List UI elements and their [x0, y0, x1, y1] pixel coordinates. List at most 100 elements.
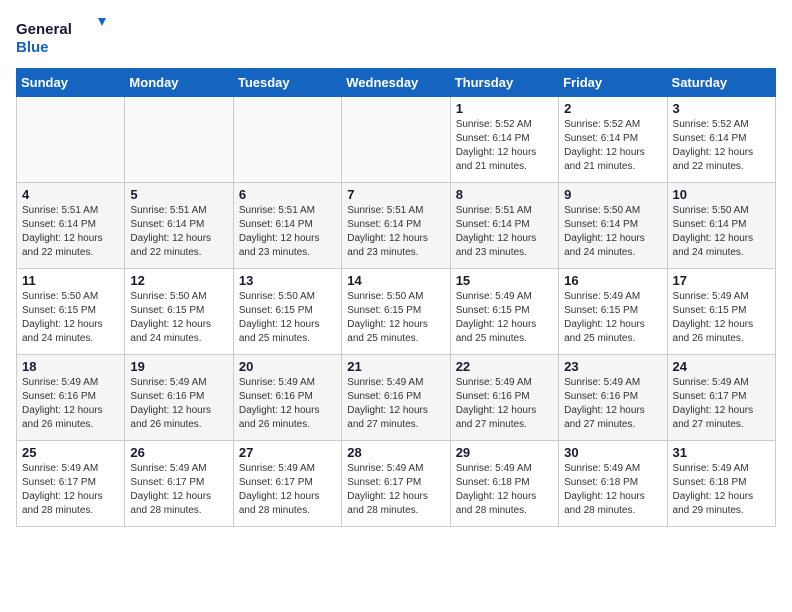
calendar-cell: 31Sunrise: 5:49 AM Sunset: 6:18 PM Dayli…: [667, 441, 775, 527]
logo-svg: General Blue: [16, 16, 106, 56]
day-info: Sunrise: 5:49 AM Sunset: 6:15 PM Dayligh…: [564, 290, 661, 346]
day-info: Sunrise: 5:49 AM Sunset: 6:16 PM Dayligh…: [456, 376, 553, 432]
day-info: Sunrise: 5:49 AM Sunset: 6:16 PM Dayligh…: [564, 376, 661, 432]
svg-text:Blue: Blue: [16, 39, 49, 56]
calendar-cell: [342, 97, 450, 183]
day-info: Sunrise: 5:50 AM Sunset: 6:15 PM Dayligh…: [239, 290, 336, 346]
day-number: 15: [456, 273, 553, 288]
day-info: Sunrise: 5:49 AM Sunset: 6:17 PM Dayligh…: [239, 462, 336, 518]
calendar-cell: [233, 97, 341, 183]
day-number: 9: [564, 187, 661, 202]
day-info: Sunrise: 5:49 AM Sunset: 6:16 PM Dayligh…: [22, 376, 119, 432]
calendar-cell: [17, 97, 125, 183]
day-number: 6: [239, 187, 336, 202]
day-number: 3: [673, 101, 770, 116]
day-info: Sunrise: 5:50 AM Sunset: 6:14 PM Dayligh…: [673, 204, 770, 260]
page-header: General Blue: [16, 16, 776, 56]
calendar-header-row: SundayMondayTuesdayWednesdayThursdayFrid…: [17, 69, 776, 97]
day-header-thursday: Thursday: [450, 69, 558, 97]
calendar-cell: 4 Sunrise: 5:51 AM Sunset: 6:14 PM Daylig…: [17, 183, 125, 269]
day-info: Sunrise: 5:52 AM Sunset: 6:14 PM Dayligh…: [673, 118, 770, 174]
day-info: Sunrise: 5:49 AM Sunset: 6:17 PM Dayligh…: [673, 376, 770, 432]
calendar-cell: 28Sunrise: 5:49 AM Sunset: 6:17 PM Dayli…: [342, 441, 450, 527]
calendar-table: SundayMondayTuesdayWednesdayThursdayFrid…: [16, 68, 776, 527]
calendar-cell: 9 Sunrise: 5:50 AM Sunset: 6:14 PM Daylig…: [559, 183, 667, 269]
day-number: 30: [564, 445, 661, 460]
calendar-cell: 24 Sunrise: 5:49 AM Sunset: 6:17 PM Dayli…: [667, 355, 775, 441]
day-number: 13: [239, 273, 336, 288]
day-number: 24: [673, 359, 770, 374]
day-header-wednesday: Wednesday: [342, 69, 450, 97]
day-info: Sunrise: 5:51 AM Sunset: 6:14 PM Dayligh…: [130, 204, 227, 260]
calendar-cell: 15 Sunrise: 5:49 AM Sunset: 6:15 PM Dayli…: [450, 269, 558, 355]
day-info: Sunrise: 5:49 AM Sunset: 6:18 PM Dayligh…: [564, 462, 661, 518]
day-number: 7: [347, 187, 444, 202]
day-info: Sunrise: 5:51 AM Sunset: 6:14 PM Dayligh…: [347, 204, 444, 260]
svg-text:General: General: [16, 21, 72, 38]
day-info: Sunrise: 5:49 AM Sunset: 6:16 PM Dayligh…: [347, 376, 444, 432]
day-info: Sunrise: 5:49 AM Sunset: 6:17 PM Dayligh…: [130, 462, 227, 518]
day-number: 25: [22, 445, 119, 460]
calendar-cell: 16 Sunrise: 5:49 AM Sunset: 6:15 PM Dayli…: [559, 269, 667, 355]
calendar-cell: 8 Sunrise: 5:51 AM Sunset: 6:14 PM Daylig…: [450, 183, 558, 269]
day-number: 11: [22, 273, 119, 288]
day-info: Sunrise: 5:49 AM Sunset: 6:15 PM Dayligh…: [456, 290, 553, 346]
calendar-week-4: 18Sunrise: 5:49 AM Sunset: 6:16 PM Dayli…: [17, 355, 776, 441]
calendar-cell: 14Sunrise: 5:50 AM Sunset: 6:15 PM Dayli…: [342, 269, 450, 355]
day-info: Sunrise: 5:49 AM Sunset: 6:16 PM Dayligh…: [239, 376, 336, 432]
calendar-cell: 30 Sunrise: 5:49 AM Sunset: 6:18 PM Dayli…: [559, 441, 667, 527]
calendar-cell: 3 Sunrise: 5:52 AM Sunset: 6:14 PM Daylig…: [667, 97, 775, 183]
calendar-cell: [125, 97, 233, 183]
calendar-cell: 1Sunrise: 5:52 AM Sunset: 6:14 PM Daylig…: [450, 97, 558, 183]
day-number: 8: [456, 187, 553, 202]
day-number: 29: [456, 445, 553, 460]
day-number: 20: [239, 359, 336, 374]
day-header-monday: Monday: [125, 69, 233, 97]
day-number: 2: [564, 101, 661, 116]
calendar-week-2: 4 Sunrise: 5:51 AM Sunset: 6:14 PM Daylig…: [17, 183, 776, 269]
calendar-cell: 20 Sunrise: 5:49 AM Sunset: 6:16 PM Dayli…: [233, 355, 341, 441]
calendar-cell: 17Sunrise: 5:49 AM Sunset: 6:15 PM Dayli…: [667, 269, 775, 355]
logo: General Blue: [16, 16, 106, 56]
day-number: 27: [239, 445, 336, 460]
day-info: Sunrise: 5:51 AM Sunset: 6:14 PM Dayligh…: [22, 204, 119, 260]
day-number: 19: [130, 359, 227, 374]
calendar-week-3: 11 Sunrise: 5:50 AM Sunset: 6:15 PM Dayli…: [17, 269, 776, 355]
calendar-cell: 10 Sunrise: 5:50 AM Sunset: 6:14 PM Dayli…: [667, 183, 775, 269]
calendar-cell: 5 Sunrise: 5:51 AM Sunset: 6:14 PM Daylig…: [125, 183, 233, 269]
day-number: 5: [130, 187, 227, 202]
calendar-week-5: 25 Sunrise: 5:49 AM Sunset: 6:17 PM Dayli…: [17, 441, 776, 527]
calendar-cell: 21 Sunrise: 5:49 AM Sunset: 6:16 PM Dayli…: [342, 355, 450, 441]
calendar-cell: 23Sunrise: 5:49 AM Sunset: 6:16 PM Dayli…: [559, 355, 667, 441]
day-info: Sunrise: 5:49 AM Sunset: 6:18 PM Dayligh…: [456, 462, 553, 518]
calendar-cell: 11 Sunrise: 5:50 AM Sunset: 6:15 PM Dayli…: [17, 269, 125, 355]
day-info: Sunrise: 5:50 AM Sunset: 6:15 PM Dayligh…: [130, 290, 227, 346]
day-number: 31: [673, 445, 770, 460]
day-number: 1: [456, 101, 553, 116]
calendar-cell: 12Sunrise: 5:50 AM Sunset: 6:15 PM Dayli…: [125, 269, 233, 355]
day-info: Sunrise: 5:51 AM Sunset: 6:14 PM Dayligh…: [239, 204, 336, 260]
calendar-cell: 26 Sunrise: 5:49 AM Sunset: 6:17 PM Dayli…: [125, 441, 233, 527]
day-info: Sunrise: 5:50 AM Sunset: 6:15 PM Dayligh…: [22, 290, 119, 346]
day-number: 4: [22, 187, 119, 202]
calendar-cell: 7 Sunrise: 5:51 AM Sunset: 6:14 PM Daylig…: [342, 183, 450, 269]
calendar-cell: 22 Sunrise: 5:49 AM Sunset: 6:16 PM Dayli…: [450, 355, 558, 441]
day-number: 26: [130, 445, 227, 460]
day-number: 16: [564, 273, 661, 288]
day-number: 10: [673, 187, 770, 202]
calendar-cell: 25Sunrise: 5:49 AM Sunset: 6:17 PM Dayli…: [17, 441, 125, 527]
calendar-cell: 27 Sunrise: 5:49 AM Sunset: 6:17 PM Dayli…: [233, 441, 341, 527]
day-number: 21: [347, 359, 444, 374]
day-number: 22: [456, 359, 553, 374]
day-info: Sunrise: 5:50 AM Sunset: 6:15 PM Dayligh…: [347, 290, 444, 346]
calendar-cell: 13 Sunrise: 5:50 AM Sunset: 6:15 PM Dayli…: [233, 269, 341, 355]
day-header-tuesday: Tuesday: [233, 69, 341, 97]
calendar-cell: 29 Sunrise: 5:49 AM Sunset: 6:18 PM Dayli…: [450, 441, 558, 527]
day-header-sunday: Sunday: [17, 69, 125, 97]
day-info: Sunrise: 5:49 AM Sunset: 6:17 PM Dayligh…: [347, 462, 444, 518]
day-info: Sunrise: 5:50 AM Sunset: 6:14 PM Dayligh…: [564, 204, 661, 260]
calendar-cell: 6 Sunrise: 5:51 AM Sunset: 6:14 PM Daylig…: [233, 183, 341, 269]
day-info: Sunrise: 5:51 AM Sunset: 6:14 PM Dayligh…: [456, 204, 553, 260]
calendar-body: 1 Sunrise: 5:52 AM Sunset: 6:14 PM Daylig…: [17, 97, 776, 527]
day-header-saturday: Saturday: [667, 69, 775, 97]
